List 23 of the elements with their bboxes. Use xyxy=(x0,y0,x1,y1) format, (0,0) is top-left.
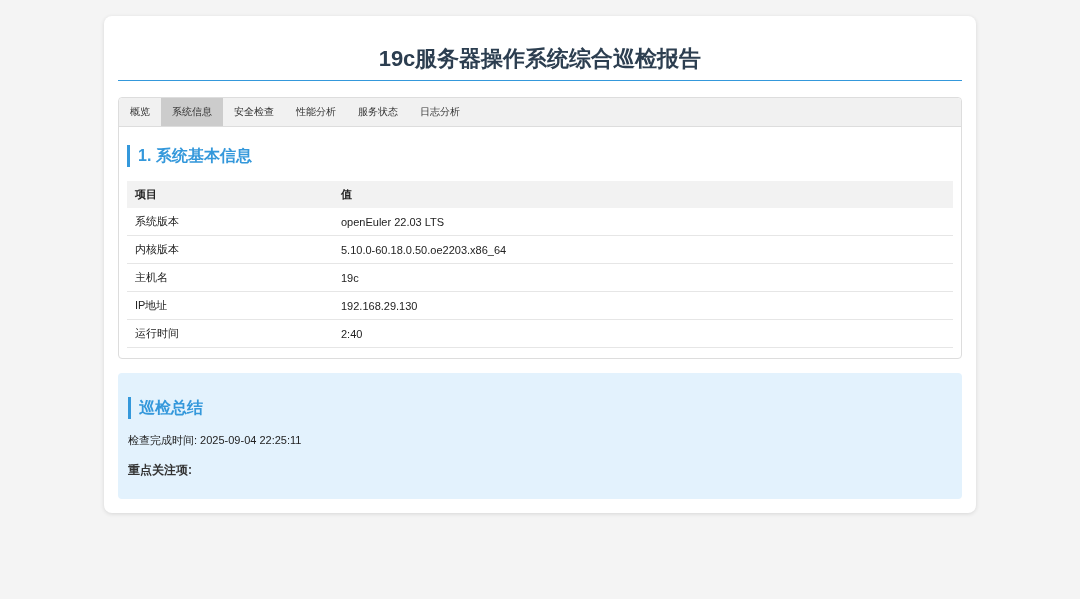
table-cell: 2:40 xyxy=(333,319,953,348)
table-cell: 5.10.0-60.18.0.50.oe2203.x86_64 xyxy=(333,235,953,264)
column-header: 值 xyxy=(333,181,953,208)
table-cell: 主机名 xyxy=(127,263,333,292)
summary-heading: 巡检总结 xyxy=(128,397,952,419)
column-header: 项目 xyxy=(127,181,333,208)
table-cell: 19c xyxy=(333,263,953,292)
table-cell: 系统版本 xyxy=(127,208,333,236)
table-cell: 192.168.29.130 xyxy=(333,291,953,320)
tab[interactable]: 服务状态 xyxy=(347,98,409,126)
tab[interactable]: 系统信息 xyxy=(161,98,223,126)
tab[interactable]: 安全检查 xyxy=(223,98,285,126)
table-cell: 内核版本 xyxy=(127,235,333,264)
tab[interactable]: 日志分析 xyxy=(409,98,471,126)
tab[interactable]: 性能分析 xyxy=(285,98,347,126)
table-cell: 运行时间 xyxy=(127,319,333,348)
table-cell: IP地址 xyxy=(127,291,333,320)
table-cell: openEuler 22.03 LTS xyxy=(333,208,953,236)
report-title: 19c服务器操作系统综合巡检报告 xyxy=(118,44,962,81)
focus-label: 重点关注项: xyxy=(128,462,193,479)
section-heading: 1. 系统基本信息 xyxy=(127,145,953,167)
tab[interactable]: 概览 xyxy=(119,98,161,126)
completion-time: 检查完成时间: 2025-09-04 22:25:11 xyxy=(128,433,303,448)
